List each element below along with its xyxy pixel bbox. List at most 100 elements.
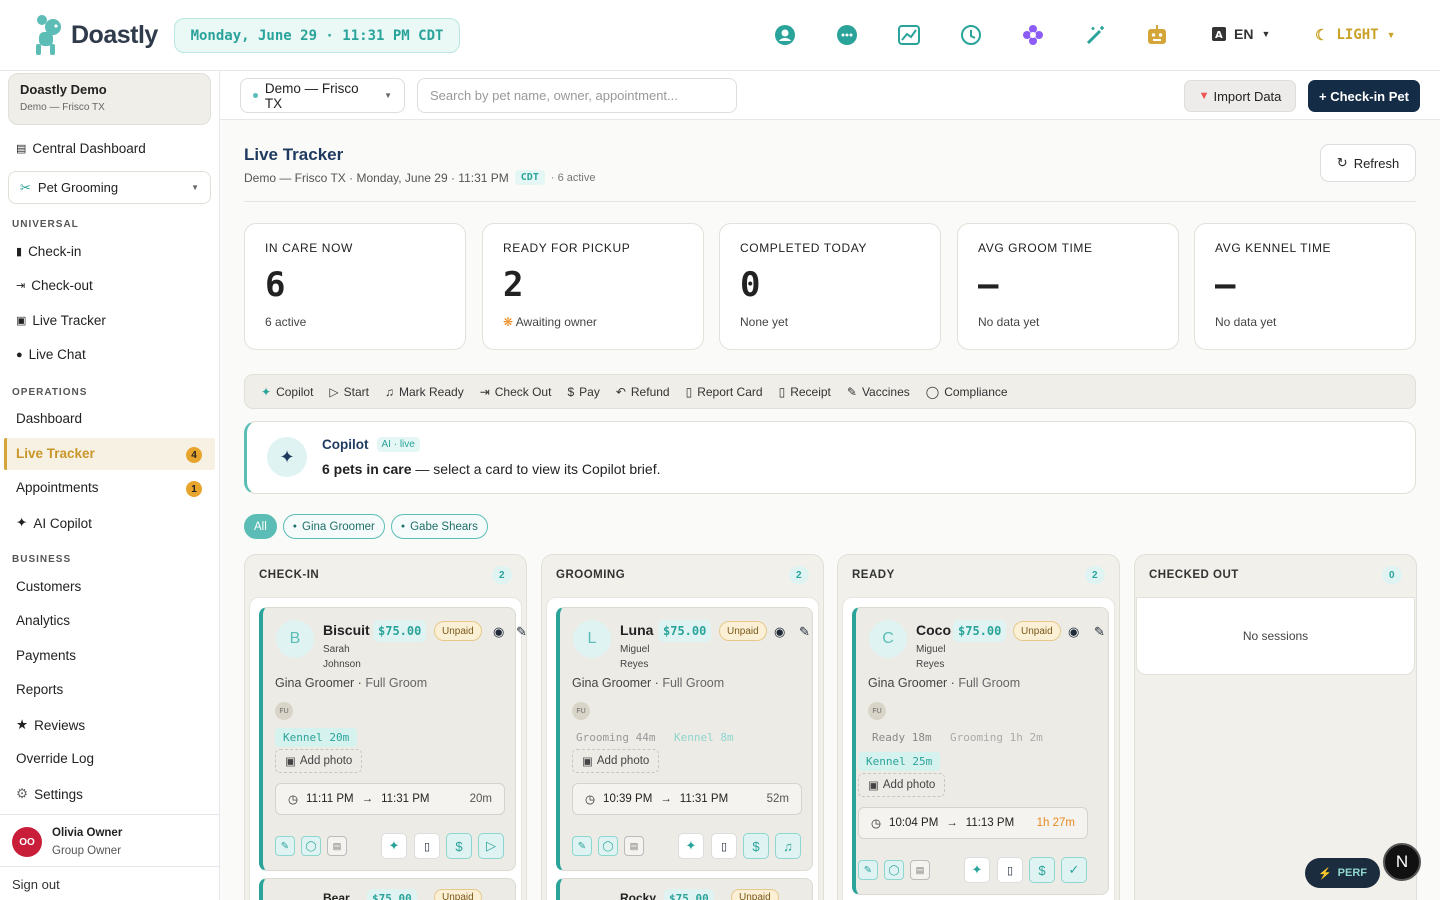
filter-all[interactable]: All (244, 514, 277, 539)
filter-gina-groomer[interactable]: ● Gina Groomer (282, 514, 385, 539)
search-input[interactable]: Search by pet name, owner, appointment..… (417, 78, 737, 113)
copilot-button[interactable]: ✦ (964, 857, 990, 883)
sidebar-item-ai-copilot[interactable]: ✦ AI Copilot (16, 515, 92, 531)
edit-icon[interactable]: ✎ (1094, 624, 1108, 639)
sidebar-item-label: Live Tracker (16, 446, 95, 461)
action-copilot[interactable]: ✦ Copilot (261, 385, 313, 399)
document-icon[interactable]: ▤ (327, 836, 347, 856)
theme-selector[interactable]: ☾ LIGHT ▼ (1315, 26, 1396, 44)
document-icon[interactable]: ▤ (910, 860, 930, 880)
sidebar-item-override-log[interactable]: Override Log (16, 751, 94, 766)
sidebar-item-payments[interactable]: Payments (16, 648, 76, 663)
app-logo[interactable]: Doastly (31, 14, 158, 56)
column-body: C Coco $75.00 Unpaid ◉ ✎ Miguel Reyes Gi… (842, 597, 1115, 900)
sidebar-item-settings[interactable]: ⚙ Settings (16, 786, 83, 802)
avatar: OO (12, 827, 42, 857)
pet-card-biscuit[interactable]: B Biscuit $75.00 Unpaid ◉ ✎ Sarah Johnso… (259, 607, 526, 871)
pay-button[interactable]: $ (743, 833, 769, 859)
refresh-button[interactable]: ↻ Refresh (1320, 144, 1416, 182)
action-receipt[interactable]: ▯ Receipt (779, 385, 831, 399)
support-icon[interactable] (774, 24, 796, 46)
sidebar-item-appointments[interactable]: Appointments (16, 480, 99, 495)
report-card-button[interactable]: ▯ (711, 833, 737, 859)
shield-icon[interactable]: ◯ (301, 836, 321, 856)
pay-button[interactable]: $ (446, 833, 472, 859)
pay-button[interactable]: $ (1029, 857, 1055, 883)
add-photo-button[interactable]: ▣ Add photo (572, 749, 660, 773)
sidebar-item-label: Live Tracker (32, 313, 106, 328)
start-button[interactable]: ▷ (478, 833, 504, 859)
copilot-button[interactable]: ✦ (381, 833, 407, 859)
chat-icon[interactable] (836, 24, 858, 46)
lightning-icon: ⚡ (1317, 867, 1332, 880)
sidebar-item-check-out[interactable]: ⇥ Check-out (16, 278, 93, 293)
sign-out-link[interactable]: Sign out (0, 866, 219, 900)
pet-avatar: L (573, 620, 611, 658)
eye-icon[interactable]: ◉ (493, 624, 507, 639)
action-check-out[interactable]: ⇥ Check Out (480, 385, 552, 399)
module-selector[interactable]: ✂ Pet Grooming ▼ (8, 171, 211, 204)
action-mark-ready[interactable]: ♫ Mark Ready (385, 385, 464, 399)
org-switcher[interactable]: Doastly Demo Demo — Frisco TX (8, 73, 211, 125)
eye-icon[interactable]: ◉ (774, 624, 788, 639)
import-data-button[interactable]: ▼ Import Data (1184, 80, 1296, 112)
pet-card-coco[interactable]: C Coco $75.00 Unpaid ◉ ✎ Miguel Reyes Gi… (852, 607, 1109, 895)
chevron-down-icon: ▼ (191, 183, 199, 192)
column-count: 0 (1382, 566, 1402, 584)
sidebar-item-central-dashboard[interactable]: ▤ Central Dashboard (16, 141, 146, 156)
filter-gabe-shears[interactable]: ● Gabe Shears (390, 514, 488, 539)
shield-icon[interactable]: ◯ (884, 860, 904, 880)
clock-icon[interactable] (960, 24, 982, 46)
action-compliance[interactable]: ◯ Compliance (926, 385, 1008, 399)
add-photo-button[interactable]: ▣ Add photo (858, 773, 946, 797)
action-refund[interactable]: ↶ Refund (616, 385, 670, 399)
check-out-button[interactable]: ✓ (1061, 857, 1087, 883)
magic-wand-icon[interactable] (1085, 24, 1107, 46)
report-card-button[interactable]: ▯ (997, 857, 1023, 883)
pet-card-luna[interactable]: L Luna $75.00 Unpaid ◉ ✎ Miguel Reyes Gi… (556, 607, 813, 871)
stat-caption: ❋ Awaiting owner (503, 315, 683, 329)
shield-icon[interactable]: ◯ (598, 836, 618, 856)
stat-caption: No data yet (978, 315, 1040, 329)
sidebar-item-live-tracker[interactable]: Live Tracker (16, 446, 95, 461)
copilot-panel[interactable]: ✦ Copilot AI · live 6 pets in care — sel… (244, 421, 1416, 494)
action-pay[interactable]: $ Pay (567, 385, 599, 399)
document-icon[interactable]: ▤ (624, 836, 644, 856)
flower-icon[interactable] (1022, 24, 1044, 46)
stat-value: 6 (265, 265, 286, 305)
nextjs-dev-button[interactable]: N (1383, 843, 1421, 881)
action-vaccines[interactable]: ✎ Vaccines (847, 385, 910, 399)
copilot-button[interactable]: ✦ (678, 833, 704, 859)
vaccine-icon[interactable]: ✎ (858, 860, 878, 880)
eye-icon[interactable]: ◉ (1068, 624, 1082, 639)
sidebar-item-check-in[interactable]: ▮ Check-in (16, 244, 81, 259)
vaccine-icon[interactable]: ✎ (572, 836, 592, 856)
sidebar-item-live-chat[interactable]: ● Live Chat (16, 347, 86, 362)
report-card-button[interactable]: ▯ (414, 833, 440, 859)
dollar-icon: $ (567, 384, 575, 399)
pet-card-rocky[interactable]: Rocky $75.00 Unpaid (556, 878, 813, 900)
edit-icon[interactable]: ✎ (516, 624, 526, 639)
section-business: BUSINESS (12, 554, 72, 565)
check-in-pet-button[interactable]: + Check-in Pet (1308, 80, 1420, 112)
sidebar-item-customers[interactable]: Customers (16, 579, 81, 594)
sidebar-item-live-tracker-universal[interactable]: ▣ Live Tracker (16, 313, 106, 328)
location-selector[interactable]: Demo — Frisco TX ▼ (240, 78, 405, 113)
action-report-card[interactable]: ▯ Report Card (686, 385, 763, 399)
robot-icon[interactable] (1146, 24, 1168, 46)
chart-icon[interactable] (898, 24, 920, 46)
perf-button[interactable]: ⚡ PERF (1305, 858, 1380, 888)
sidebar-item-reviews[interactable]: ★ Reviews (16, 717, 85, 733)
sidebar-item-dashboard[interactable]: Dashboard (16, 411, 82, 426)
sidebar-item-analytics[interactable]: Analytics (16, 613, 70, 628)
user-profile[interactable]: OO Olivia Owner Group Owner (0, 814, 219, 866)
add-photo-button[interactable]: ▣ Add photo (275, 749, 363, 773)
chat-bubble-icon: ● (16, 348, 23, 361)
mark-ready-button[interactable]: ♫ (775, 833, 801, 859)
edit-icon[interactable]: ✎ (799, 624, 813, 639)
pet-card-bear[interactable]: Bear $75.00 Unpaid (259, 878, 516, 900)
vaccine-icon[interactable]: ✎ (275, 836, 295, 856)
action-start[interactable]: ▷ Start (329, 385, 369, 399)
sidebar-item-reports[interactable]: Reports (16, 682, 63, 697)
language-selector[interactable]: A EN ▼ (1212, 26, 1270, 42)
